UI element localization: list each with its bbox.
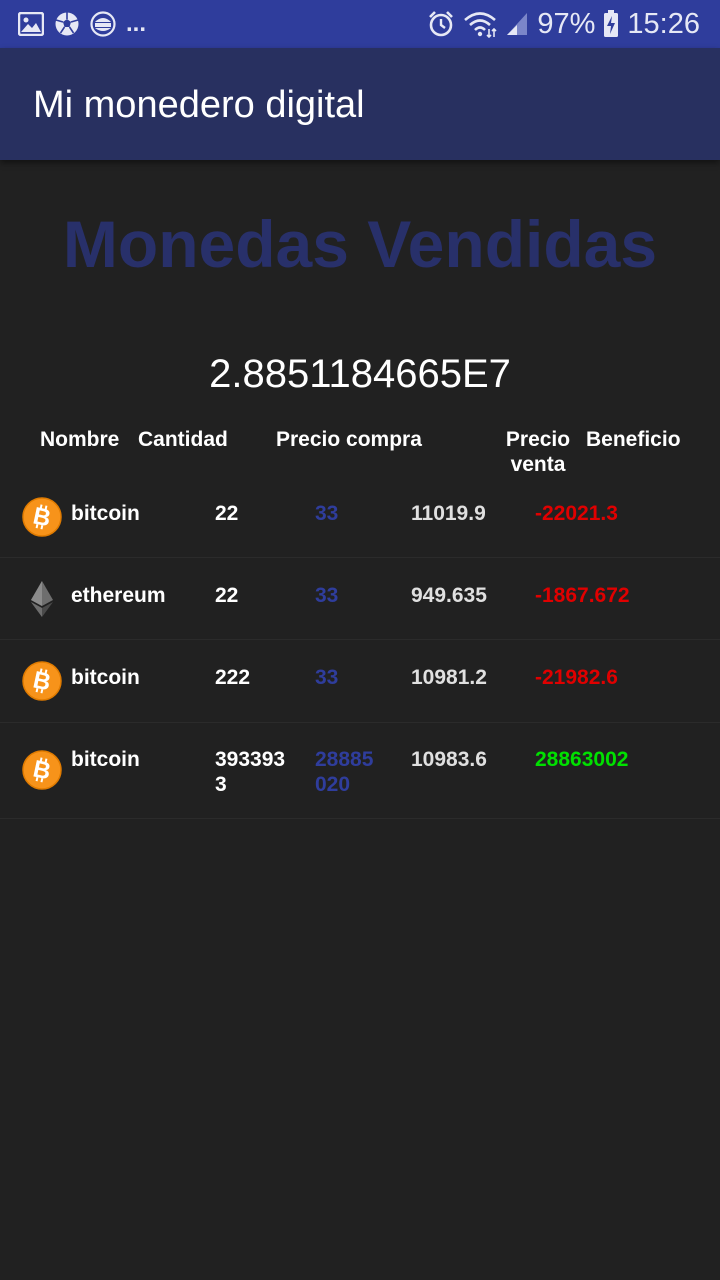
row-cantidad-line1: 393393: [215, 748, 286, 771]
header-precio-venta-line1: Precio: [505, 428, 571, 451]
wifi-icon: [464, 12, 497, 38]
row-nombre: bitcoin: [71, 502, 140, 525]
row-precio-compra: 28885 020: [315, 747, 373, 797]
burger-king-icon: [90, 11, 116, 37]
row-cantidad: 393393 3: [215, 747, 285, 797]
overflow-indicator: ...: [126, 10, 147, 37]
header-precio-venta: Precio venta: [496, 427, 580, 477]
system-icons: 97% 15:26: [427, 8, 700, 40]
battery-percent: 97%: [537, 7, 596, 40]
table-row[interactable]: B bitcoin 393393 3 28885 020 10983.6 288…: [0, 723, 720, 819]
row-cantidad: 222: [215, 665, 250, 690]
table-row[interactable]: B bitcoin 222 33 10981.2 -21982.6: [0, 640, 720, 723]
row-precio-compra: 33: [315, 583, 338, 608]
battery-charging-icon: [604, 10, 619, 37]
row-precio-compra-line1: 28885: [315, 748, 374, 771]
row-nombre: bitcoin: [71, 748, 140, 771]
row-nombre: ethereum: [71, 584, 166, 607]
row-precio-compra: 33: [315, 665, 338, 690]
row-precio-venta: 10983.6: [411, 748, 487, 771]
header-beneficio: Beneficio: [586, 428, 681, 451]
bitcoin-icon: B: [22, 750, 62, 790]
alarm-icon: [429, 11, 454, 37]
app-bar: Mi monedero digital: [0, 48, 720, 160]
row-cantidad-line1: 22: [215, 584, 239, 607]
header-precio-venta-line2: venta: [510, 453, 566, 476]
row-cantidad-line1: 222: [215, 666, 251, 689]
table-row[interactable]: B bitcoin 22 33 11019.9 -22021.3: [0, 476, 720, 558]
row-nombre: bitcoin: [71, 666, 140, 689]
soccer-ball-icon: [55, 12, 79, 36]
row-precio-compra: 33: [315, 501, 338, 526]
row-cantidad-line2: 3: [215, 773, 227, 796]
row-beneficio: -22021.3: [535, 502, 618, 525]
bitcoin-icon: B: [22, 497, 62, 537]
section-title: Monedas Vendidas: [62, 207, 658, 281]
header-cantidad: Cantidad: [138, 428, 228, 451]
row-precio-compra-line1: 33: [315, 502, 339, 525]
clock: 15:26: [627, 7, 700, 40]
header-nombre: Nombre: [40, 428, 120, 451]
row-precio-compra-line1: 33: [315, 584, 339, 607]
total-value: 2.8851184665E7: [209, 352, 511, 396]
row-cantidad-line1: 22: [215, 502, 239, 525]
row-beneficio: -1867.672: [535, 584, 630, 607]
header-precio-compra: Precio compra: [276, 428, 422, 451]
row-precio-venta: 949.635: [411, 584, 487, 607]
row-cantidad: 22: [215, 583, 238, 608]
table-row[interactable]: ethereum 22 33 949.635 -1867.672: [0, 558, 720, 640]
image-icon: [18, 12, 44, 36]
row-cantidad: 22: [215, 501, 238, 526]
app-title: Mi monedero digital: [33, 84, 365, 126]
signal-icon: [507, 13, 528, 35]
ethereum-icon: [31, 581, 53, 617]
row-beneficio: 28863002: [535, 748, 629, 771]
row-precio-compra-line1: 33: [315, 666, 339, 689]
row-precio-compra-line2: 020: [315, 773, 351, 796]
notification-icons: ...: [18, 10, 146, 38]
bitcoin-icon: B: [22, 661, 62, 701]
row-beneficio: -21982.6: [535, 666, 618, 689]
status-bar: ... 97% 15:26: [0, 0, 720, 48]
row-precio-venta: 10981.2: [411, 666, 487, 689]
row-precio-venta: 11019.9: [411, 502, 486, 525]
